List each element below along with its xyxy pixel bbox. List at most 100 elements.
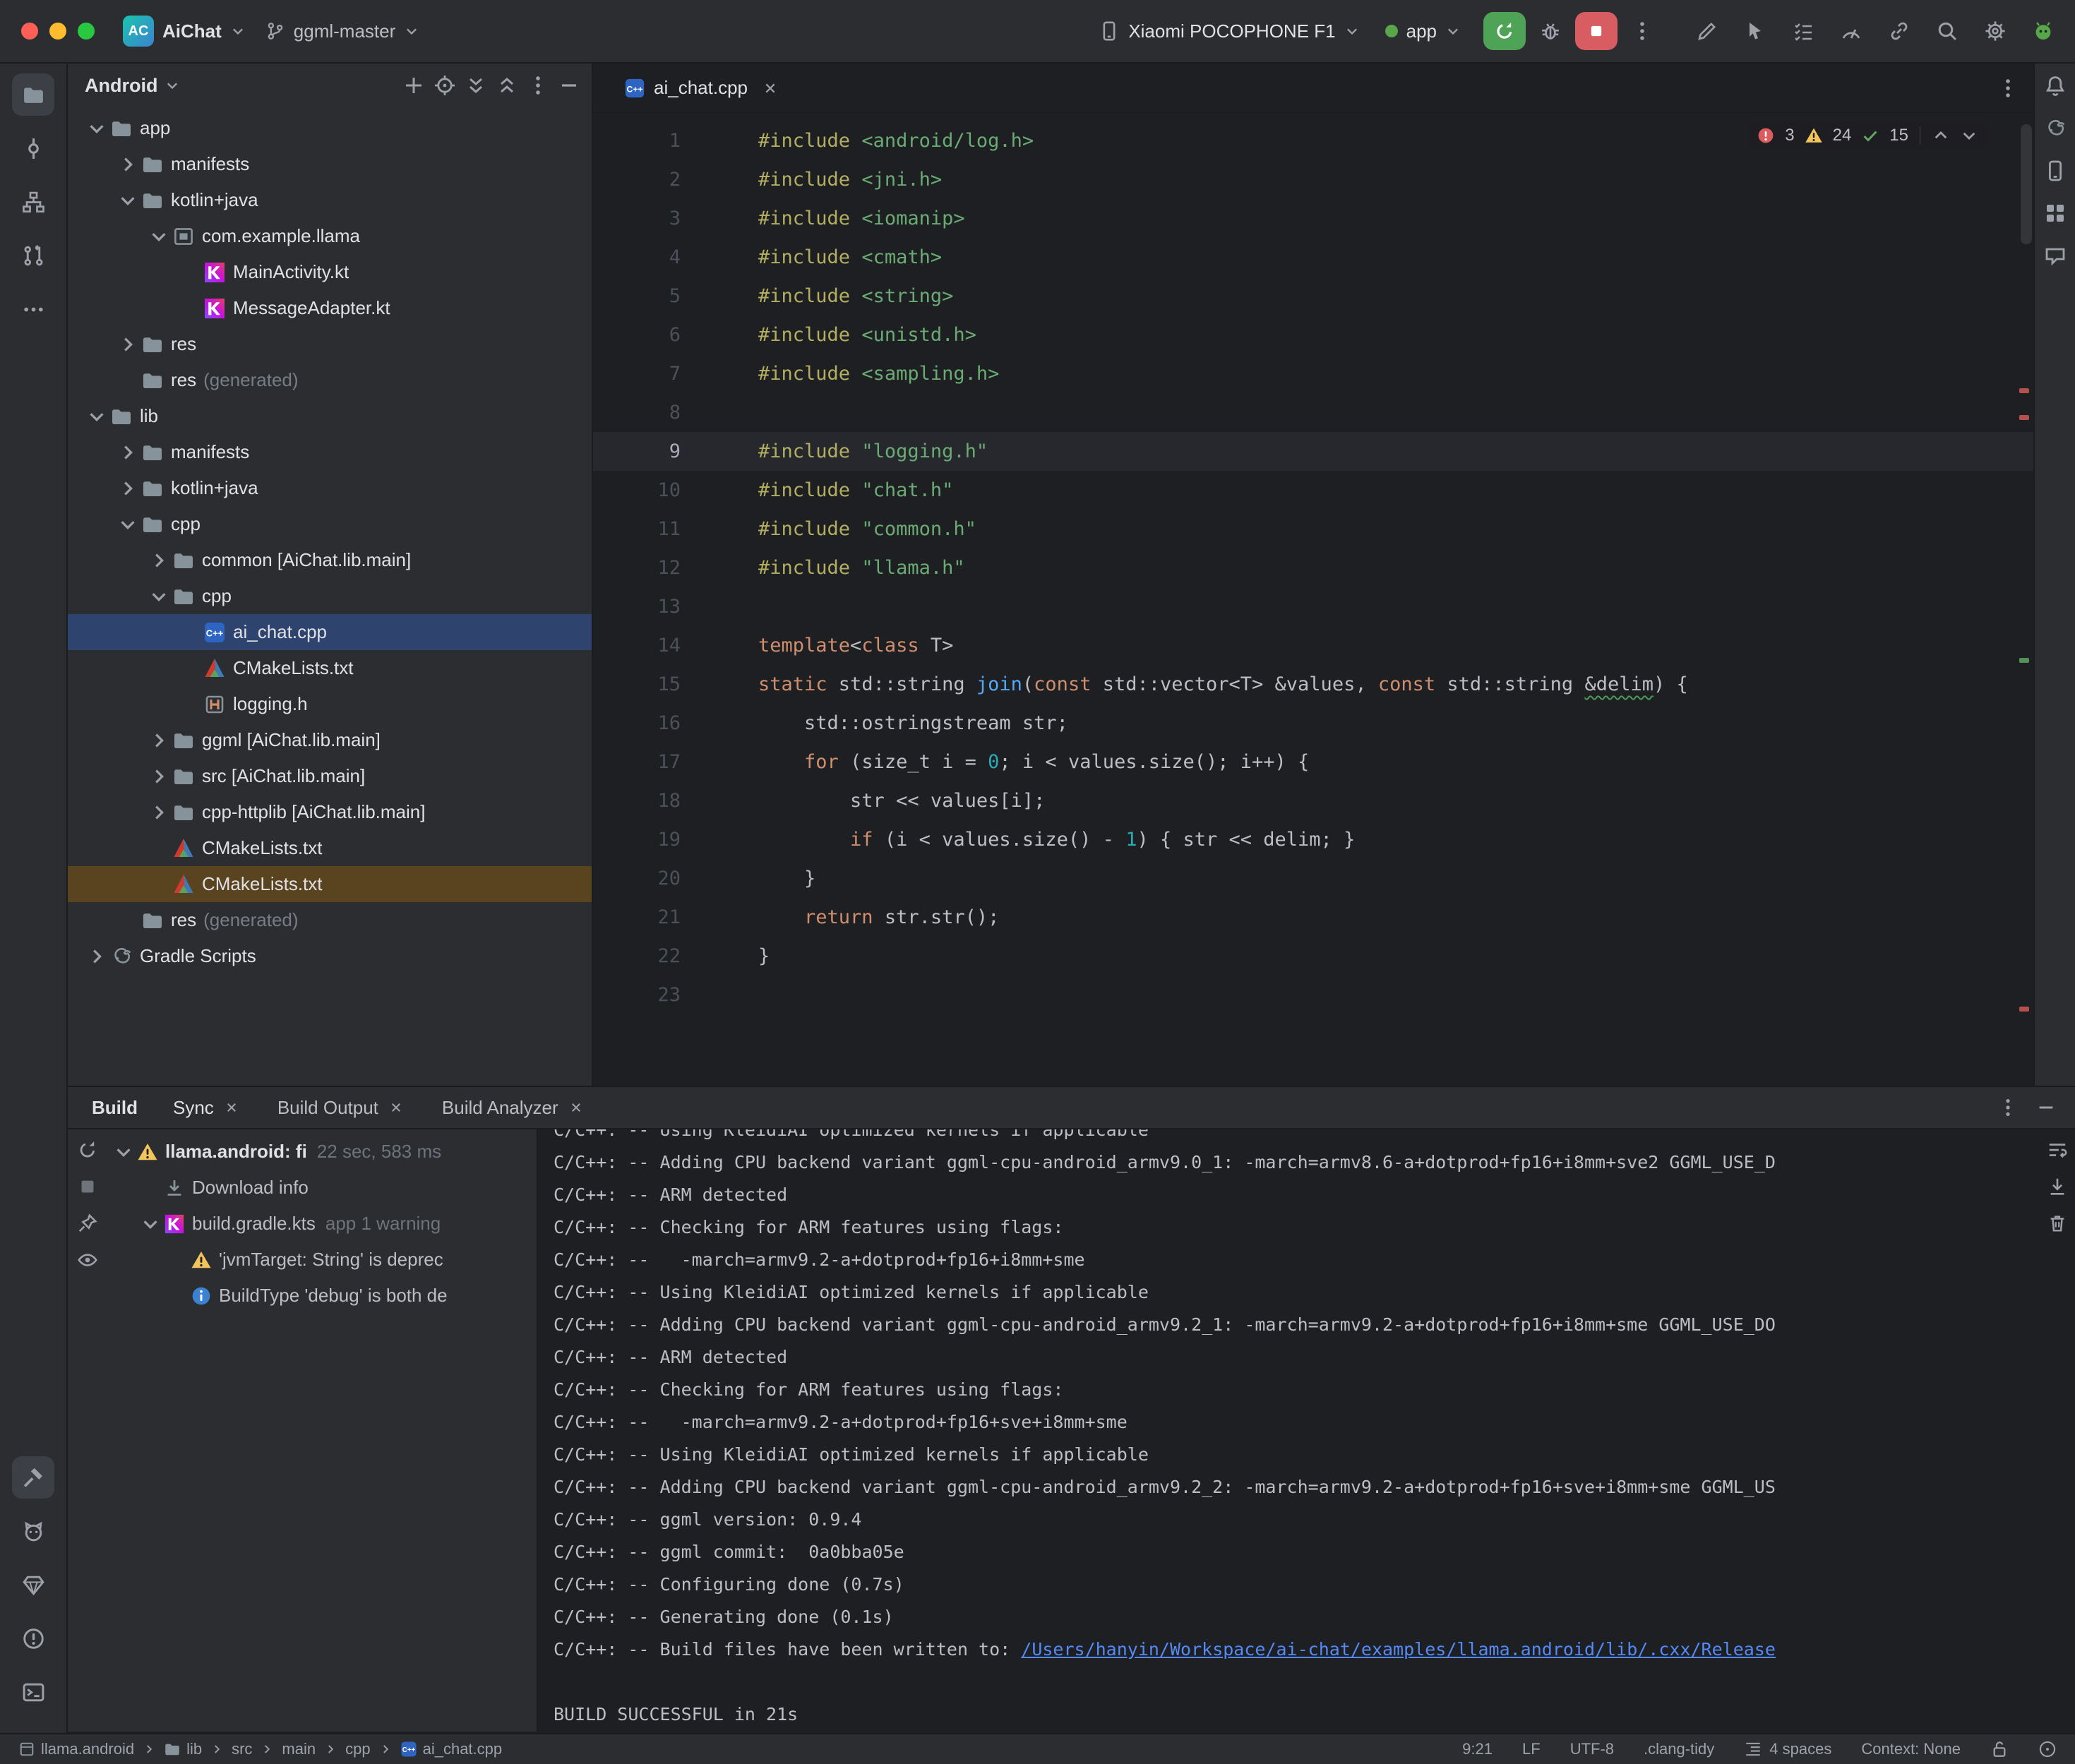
rerun-build-icon[interactable] xyxy=(77,1139,98,1160)
more-run-actions-button[interactable] xyxy=(1623,12,1661,50)
stop-build-icon[interactable] xyxy=(77,1176,98,1197)
project-tree-item[interactable]: CMakeLists.txt xyxy=(68,650,592,686)
close-tab-icon[interactable] xyxy=(224,1100,239,1115)
project-tree-item[interactable]: cpp-httplib [AiChat.lib.main] xyxy=(68,794,592,830)
close-tab-icon[interactable] xyxy=(388,1100,404,1115)
project-toolwindow-button[interactable] xyxy=(12,73,54,116)
project-tree-item[interactable]: manifests xyxy=(68,434,592,470)
project-tree-item[interactable]: kotlin+java xyxy=(68,182,592,218)
app-quality-insights-button[interactable] xyxy=(12,1564,54,1606)
encoding-widget[interactable]: UTF-8 xyxy=(1570,1740,1614,1758)
error-stripe-mark[interactable] xyxy=(2019,388,2029,393)
build-toolwindow-button[interactable] xyxy=(12,1456,54,1499)
device-manager-icon[interactable] xyxy=(2044,160,2067,182)
line-separator-widget[interactable]: LF xyxy=(1522,1740,1541,1758)
chevron-right-icon[interactable] xyxy=(117,442,138,463)
soft-wrap-icon[interactable] xyxy=(2047,1139,2068,1160)
more-options-icon[interactable] xyxy=(1997,1097,2019,1118)
breadcrumb-item[interactable]: lib xyxy=(164,1740,202,1758)
structure-toolwindow-button[interactable] xyxy=(12,181,54,223)
project-tree-item[interactable]: app xyxy=(68,110,592,146)
project-tree-item[interactable]: MainActivity.kt xyxy=(68,254,592,290)
chevron-down-icon[interactable] xyxy=(117,190,138,211)
profiler-button[interactable] xyxy=(1832,12,1870,50)
project-tree-item[interactable]: res xyxy=(68,326,592,362)
chevron-right-icon[interactable] xyxy=(86,946,107,967)
chevron-down-icon[interactable] xyxy=(148,226,169,247)
close-tab-icon[interactable] xyxy=(762,80,779,97)
add-icon[interactable] xyxy=(402,74,425,97)
layout-inspector-icon[interactable] xyxy=(2044,202,2067,224)
clear-console-icon[interactable] xyxy=(2047,1213,2068,1234)
project-tree-item[interactable]: lib xyxy=(68,398,592,434)
inspections-widget[interactable]: 3 24 15 xyxy=(1748,121,1987,150)
build-tree-item[interactable]: BuildType 'debug' is both de xyxy=(107,1278,537,1314)
project-tree-item[interactable]: manifests xyxy=(68,146,592,182)
breadcrumb-item[interactable]: llama.android xyxy=(18,1740,134,1758)
previous-problem-icon[interactable] xyxy=(1932,126,1950,145)
error-stripe-mark[interactable] xyxy=(2019,1007,2029,1012)
breadcrumb-item[interactable]: main xyxy=(282,1740,316,1758)
project-tree-item[interactable]: ggml [AiChat.lib.main] xyxy=(68,722,592,758)
pull-requests-button[interactable] xyxy=(12,234,54,277)
project-tree-item[interactable]: Gradle Scripts xyxy=(68,938,592,974)
pointer-mode-button[interactable] xyxy=(1736,12,1774,50)
run-button[interactable] xyxy=(1483,12,1526,50)
project-tree-item[interactable]: CMakeLists.txt xyxy=(68,830,592,866)
breadcrumb-item[interactable]: src xyxy=(232,1740,252,1758)
clang-tidy-widget[interactable]: .clang-tidy xyxy=(1644,1740,1714,1758)
gradle-toolwindow-icon[interactable] xyxy=(2044,117,2067,140)
project-tree-item[interactable]: MessageAdapter.kt xyxy=(68,290,592,326)
debug-button[interactable] xyxy=(1531,12,1569,50)
expand-all-icon[interactable] xyxy=(465,74,487,97)
build-panel-title[interactable]: Build xyxy=(92,1097,138,1119)
editor-options-icon[interactable] xyxy=(1997,77,2019,100)
build-tree-item[interactable]: Download info xyxy=(107,1170,537,1206)
logcat-toolwindow-button[interactable] xyxy=(12,1510,54,1552)
project-widget[interactable]: AC AiChat xyxy=(113,9,256,53)
collapse-all-icon[interactable] xyxy=(496,74,518,97)
chevron-right-icon[interactable] xyxy=(148,766,169,787)
build-tree-item[interactable]: 'jvmTarget: String' is deprec xyxy=(107,1242,537,1278)
hide-tool-window-icon[interactable] xyxy=(558,74,580,97)
chevron-down-icon[interactable] xyxy=(140,1213,161,1235)
close-window-button[interactable] xyxy=(21,23,38,40)
lock-open-icon[interactable] xyxy=(1990,1740,2009,1758)
select-opened-file-icon[interactable] xyxy=(433,74,456,97)
more-toolwindows-button[interactable] xyxy=(12,288,54,330)
task-list-button[interactable] xyxy=(1784,12,1822,50)
device-selector[interactable]: Xiaomi POCOPHONE F1 xyxy=(1089,9,1369,53)
project-tree-item[interactable]: cpp xyxy=(68,506,592,542)
context-widget[interactable]: Context: None xyxy=(1861,1740,1961,1758)
project-tree-item[interactable]: com.example.llama xyxy=(68,218,592,254)
build-tab-build-output[interactable]: Build Output xyxy=(277,1097,404,1119)
build-tab-sync[interactable]: Sync xyxy=(173,1097,239,1119)
chevron-right-icon[interactable] xyxy=(117,478,138,499)
breadcrumb-item[interactable]: C++ai_chat.cpp xyxy=(400,1740,503,1758)
more-options-icon[interactable] xyxy=(527,74,549,97)
project-tree-item[interactable]: kotlin+java xyxy=(68,470,592,506)
ai-assistant-button[interactable] xyxy=(2024,12,2062,50)
chevron-down-icon[interactable] xyxy=(86,406,107,427)
pin-icon[interactable] xyxy=(77,1213,98,1234)
chevron-right-icon[interactable] xyxy=(117,334,138,355)
error-stripe-mark[interactable] xyxy=(2019,415,2029,420)
build-tree-item[interactable]: build.gradle.ktsapp 1 warning xyxy=(107,1206,537,1242)
project-tree-item[interactable]: common [AiChat.lib.main] xyxy=(68,542,592,578)
assistant-chat-icon[interactable] xyxy=(2044,244,2067,267)
chevron-right-icon[interactable] xyxy=(148,802,169,823)
chevron-right-icon[interactable] xyxy=(148,730,169,751)
indent-widget[interactable]: 4 spaces xyxy=(1744,1740,1831,1758)
build-tab-build-analyzer[interactable]: Build Analyzer xyxy=(442,1097,584,1119)
vcs-branch-widget[interactable]: ggml-master xyxy=(256,9,429,53)
next-problem-icon[interactable] xyxy=(1960,126,1978,145)
project-tree-item[interactable]: res(generated) xyxy=(68,902,592,938)
chevron-down-icon[interactable] xyxy=(86,118,107,139)
fullscreen-window-button[interactable] xyxy=(78,23,95,40)
chevron-right-icon[interactable] xyxy=(148,550,169,571)
build-output-path-link[interactable]: /Users/hanyin/Workspace/ai-chat/examples… xyxy=(1021,1639,1776,1660)
notifications-icon[interactable] xyxy=(2044,75,2067,97)
filter-view-icon[interactable] xyxy=(77,1249,98,1271)
ai-edit-button[interactable] xyxy=(1688,12,1726,50)
editor-tab[interactable]: C++ ai_chat.cpp xyxy=(611,64,791,112)
